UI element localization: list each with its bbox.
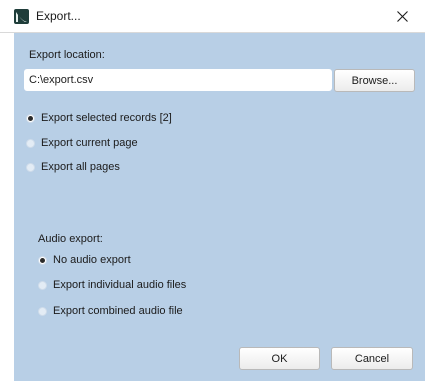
- browse-button[interactable]: Browse...: [334, 69, 415, 92]
- title-bar: Export...: [0, 0, 425, 33]
- close-button[interactable]: [379, 0, 425, 32]
- radio-export-current-page[interactable]: Export current page: [26, 137, 138, 149]
- radio-indicator: [26, 138, 35, 148]
- radio-indicator: [38, 280, 47, 290]
- radio-label: Export combined audio file: [53, 305, 183, 317]
- dialog-body: Export location: Browse... Export select…: [14, 33, 425, 381]
- export-location-label: Export location:: [29, 49, 105, 61]
- export-path-input[interactable]: [24, 69, 332, 91]
- radio-export-all-pages[interactable]: Export all pages: [26, 161, 120, 173]
- audio-export-label: Audio export:: [38, 233, 103, 245]
- radio-label: Export individual audio files: [53, 279, 187, 291]
- cancel-button[interactable]: Cancel: [331, 347, 413, 370]
- radio-indicator-selected: [38, 255, 47, 265]
- radio-label: Export current page: [41, 137, 138, 149]
- radio-export-individual-audio[interactable]: Export individual audio files: [38, 279, 186, 291]
- radio-export-combined-audio[interactable]: Export combined audio file: [38, 305, 183, 317]
- ok-button[interactable]: OK: [239, 347, 320, 370]
- app-icon: [14, 9, 29, 24]
- radio-export-selected-records[interactable]: Export selected records [2]: [26, 112, 172, 124]
- radio-indicator: [26, 162, 35, 172]
- radio-no-audio-export[interactable]: No audio export: [38, 254, 131, 266]
- radio-label: Export all pages: [41, 161, 120, 173]
- radio-label: No audio export: [53, 254, 131, 266]
- window-title: Export...: [36, 9, 81, 23]
- radio-indicator-selected: [26, 113, 35, 123]
- radio-indicator: [38, 306, 47, 316]
- close-icon: [396, 10, 408, 22]
- radio-label: Export selected records [2]: [41, 112, 172, 124]
